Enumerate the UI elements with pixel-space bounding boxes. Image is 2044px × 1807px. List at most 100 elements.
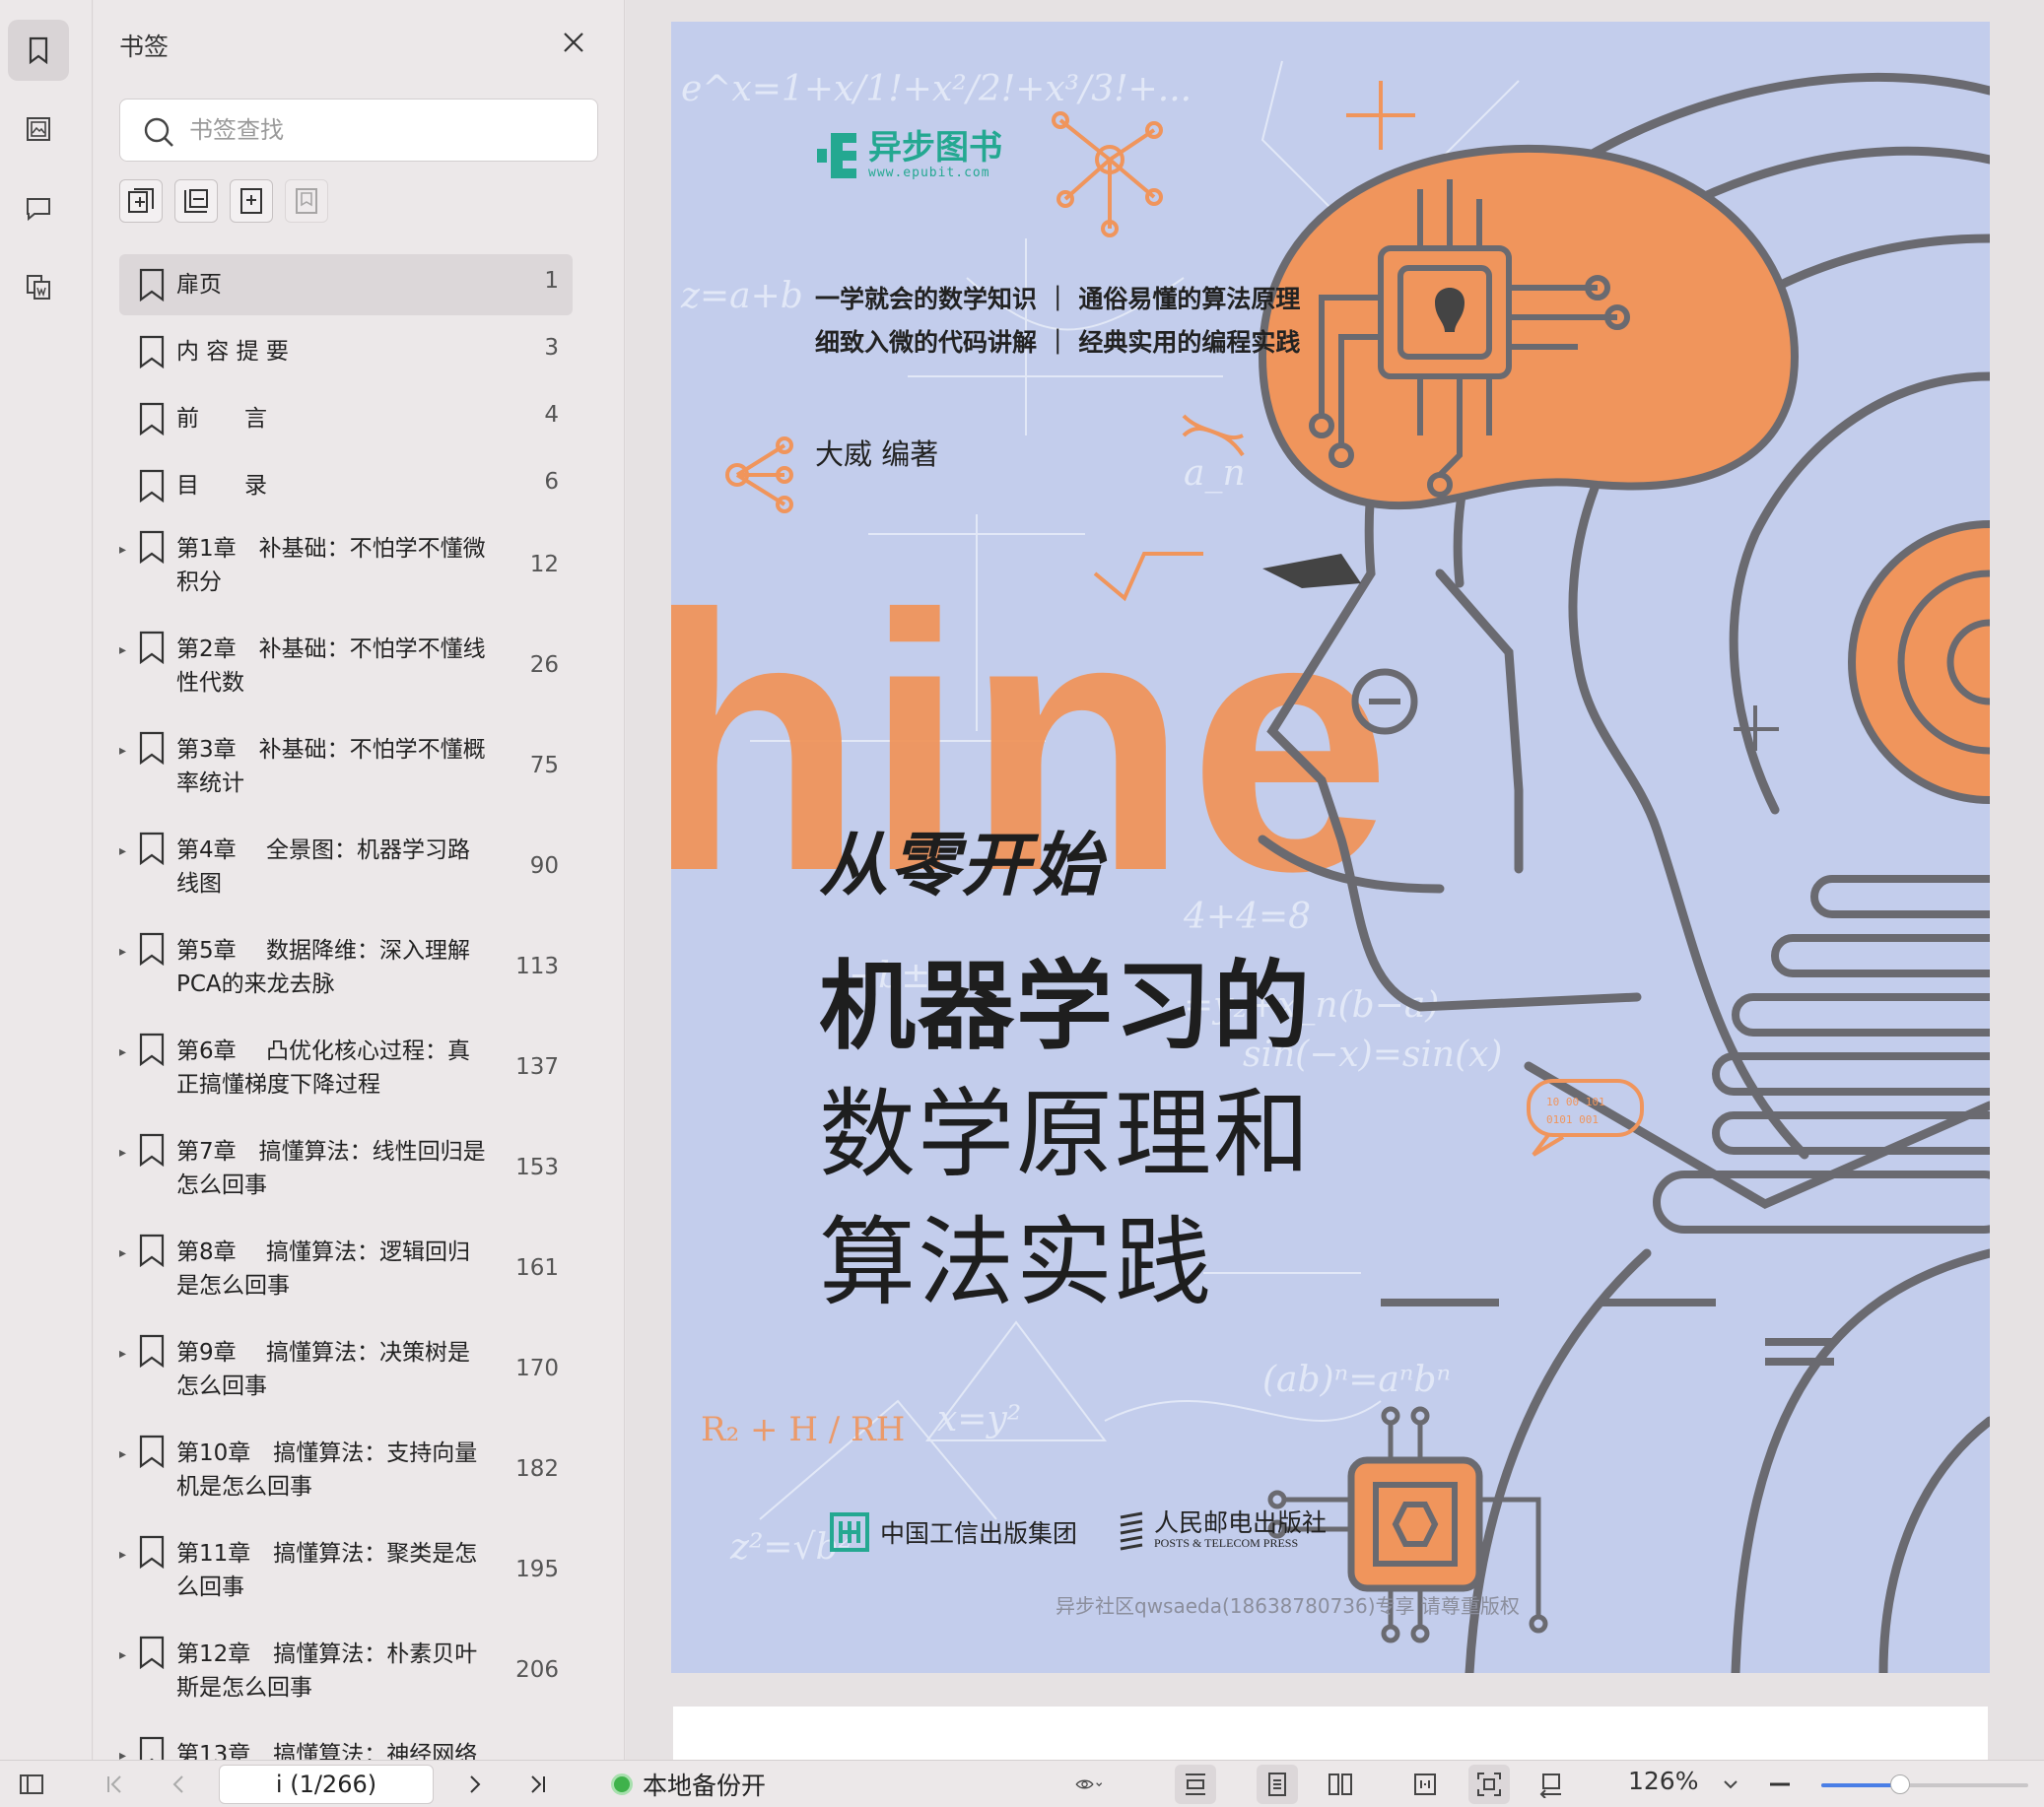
- cover-title-line-1: 机器学习的: [819, 951, 1313, 1063]
- comment-panel-button[interactable]: [8, 177, 69, 238]
- last-page-icon: [531, 1775, 545, 1793]
- bookmark-item[interactable]: ▸ 第13章 搞懂算法：神经网络: [119, 1728, 573, 1760]
- single-page-button[interactable]: [1257, 1765, 1298, 1804]
- bookmark-item[interactable]: 目 录 6: [119, 455, 573, 516]
- bookmark-label: 第3章 补基础：不怕学不懂概率统计: [176, 737, 486, 796]
- first-page-button[interactable]: [99, 1769, 130, 1800]
- zoom-dropdown[interactable]: [1715, 1769, 1746, 1800]
- bookmark-outline-button[interactable]: [285, 179, 328, 223]
- publisher-group-name: 中国工信出版集团: [880, 1519, 1078, 1548]
- bookmark-page-number: 12: [529, 552, 559, 577]
- panel-title: 书签: [119, 33, 170, 61]
- cover-tagline-1: 一学就会的数学知识 ｜ 通俗易懂的算法原理: [815, 285, 1301, 313]
- bookmark-panel-button[interactable]: [8, 20, 69, 81]
- toggle-sidebar-button[interactable]: [16, 1769, 47, 1800]
- bookmark-item[interactable]: ▸ 第10章 搞懂算法：支持向量机是怎么回事 182: [119, 1427, 573, 1521]
- previous-page-button[interactable]: [163, 1769, 194, 1800]
- local-backup-status[interactable]: 本地备份开: [611, 1767, 766, 1802]
- expand-arrow-icon[interactable]: ▸: [119, 1245, 135, 1261]
- fit-width-button[interactable]: [1175, 1765, 1216, 1804]
- bubble-text-2: 0101 001: [1546, 1113, 1599, 1126]
- publisher-press: 人民邮电出版社 POSTS & TELECOM PRESS: [1117, 1509, 1327, 1551]
- bookmark-item[interactable]: ▸ 第11章 搞懂算法：聚类是怎么回事 195: [119, 1527, 573, 1622]
- bookmark-page-number: 26: [529, 652, 559, 678]
- bookmark-item[interactable]: 内 容 提 要 3: [119, 321, 573, 382]
- expand-arrow-icon[interactable]: ▸: [119, 642, 135, 658]
- first-page-icon: [107, 1775, 121, 1793]
- bookmark-icon: [139, 932, 165, 966]
- two-page-icon: [1329, 1774, 1352, 1795]
- bookmark-label: 第11章 搞懂算法：聚类是怎么回事: [176, 1541, 478, 1600]
- bookmark-icon: [139, 1435, 165, 1468]
- bookmark-icon: [139, 1636, 165, 1669]
- bookmark-item[interactable]: ▸ 第5章 数据降维：深入理解PCA的来龙去脉 113: [119, 924, 573, 1019]
- expand-arrow-icon[interactable]: ▸: [119, 542, 135, 558]
- expand-arrow-icon[interactable]: ▸: [119, 843, 135, 859]
- bookmark-page-number: 182: [515, 1456, 559, 1482]
- bookmark-item[interactable]: ▸ 第9章 搞懂算法：决策树是怎么回事 170: [119, 1326, 573, 1421]
- close-icon[interactable]: [559, 28, 588, 57]
- bookmark-icon: [139, 335, 165, 368]
- backup-status-dot: [611, 1774, 633, 1795]
- bookmark-item[interactable]: ▸ 第12章 搞懂算法：朴素贝叶斯是怎么回事 206: [119, 1628, 573, 1722]
- expand-arrow-icon[interactable]: ▸: [119, 1346, 135, 1362]
- two-page-button[interactable]: [1325, 1769, 1356, 1800]
- search-input[interactable]: [189, 100, 583, 161]
- zoom-slider-knob[interactable]: [1889, 1774, 1910, 1794]
- bookmark-item[interactable]: ▸ 第3章 补基础：不怕学不懂概率统计 75: [119, 723, 573, 818]
- bookmark-page-number: 75: [529, 753, 559, 778]
- next-page-button[interactable]: [459, 1769, 491, 1800]
- bookmark-icon: [139, 1234, 165, 1267]
- collapse-all-button[interactable]: [174, 179, 218, 223]
- thumbnail-panel-button[interactable]: [8, 99, 69, 160]
- bookmark-item[interactable]: 扉页 1: [119, 254, 573, 315]
- bookmark-item[interactable]: ▸ 第2章 补基础：不怕学不懂线性代数 26: [119, 623, 573, 717]
- group-logo-icon: [830, 1512, 869, 1552]
- single-page-icon: [1268, 1773, 1286, 1796]
- zoom-slider[interactable]: [1821, 1774, 2028, 1794]
- zoom-out-button[interactable]: [1764, 1769, 1796, 1800]
- bookmark-item[interactable]: ▸ 第6章 凸优化核心过程：真正搞懂梯度下降过程 137: [119, 1025, 573, 1119]
- expand-all-button[interactable]: [119, 179, 163, 223]
- chevron-right-icon: [470, 1775, 481, 1793]
- expand-arrow-icon[interactable]: ▸: [119, 1547, 135, 1563]
- bookmark-label: 第4章 全景图：机器学习路线图: [176, 837, 470, 897]
- bookmark-page-number: 90: [529, 853, 559, 879]
- bookmark-page-number: 206: [515, 1657, 559, 1683]
- actual-size-button[interactable]: [1468, 1765, 1510, 1804]
- expand-arrow-icon[interactable]: ▸: [119, 1145, 135, 1161]
- expand-arrow-icon[interactable]: ▸: [119, 1044, 135, 1060]
- bookmark-label: 第9章 搞懂算法：决策树是怎么回事: [176, 1340, 470, 1399]
- expand-arrow-icon[interactable]: ▸: [119, 1748, 135, 1760]
- expand-arrow-icon[interactable]: ▸: [119, 1647, 135, 1663]
- bookmark-item[interactable]: ▸ 第8章 搞懂算法：逻辑回归是怎么回事 161: [119, 1226, 573, 1320]
- document-panel-button[interactable]: [8, 256, 69, 317]
- bookmark-item[interactable]: ▸ 第4章 全景图：机器学习路线图 90: [119, 824, 573, 918]
- zoom-level[interactable]: 126%: [1628, 1767, 1698, 1795]
- expand-arrow-icon[interactable]: ▸: [119, 743, 135, 759]
- page-number-input[interactable]: i (1/266): [219, 1765, 434, 1804]
- publisher-logo: 异步图书 www.epubit.com: [815, 130, 1002, 180]
- bookmark-item[interactable]: ▸ 第7章 搞懂算法：线性回归是怎么回事 153: [119, 1125, 573, 1220]
- epubit-logo-icon: [817, 132, 856, 178]
- add-bookmark-button[interactable]: [230, 179, 273, 223]
- fit-page-button[interactable]: [1409, 1769, 1441, 1800]
- cover-watermark: 异步社区qwsaeda(18638780736)专享 请尊重版权: [1056, 1594, 1520, 1618]
- view-mode-button[interactable]: [1064, 1769, 1114, 1800]
- bookmark-item[interactable]: 前 言 4: [119, 388, 573, 449]
- bookmark-icon: [139, 1033, 165, 1066]
- bookmark-label: 扉页: [176, 272, 222, 298]
- bookmark-item[interactable]: ▸ 第1章 补基础：不怕学不懂微积分 12: [119, 522, 573, 617]
- bookmark-search: [119, 99, 598, 162]
- cover-tagline-2: 细致入微的代码讲解 ｜ 经典实用的编程实践: [815, 328, 1301, 357]
- last-page-button[interactable]: [522, 1769, 554, 1800]
- robot-brain: [1258, 145, 1800, 510]
- cover-title-line-3: 算法实践: [819, 1207, 1214, 1319]
- expand-arrow-icon[interactable]: ▸: [119, 944, 135, 960]
- bookmark-icon: [139, 530, 165, 564]
- bookmark-page-number: 1: [544, 268, 559, 294]
- expand-arrow-icon[interactable]: ▸: [119, 1446, 135, 1462]
- bookmark-page-number: 3: [544, 335, 559, 361]
- search-icon: [144, 117, 173, 147]
- rotate-button[interactable]: [1535, 1769, 1567, 1800]
